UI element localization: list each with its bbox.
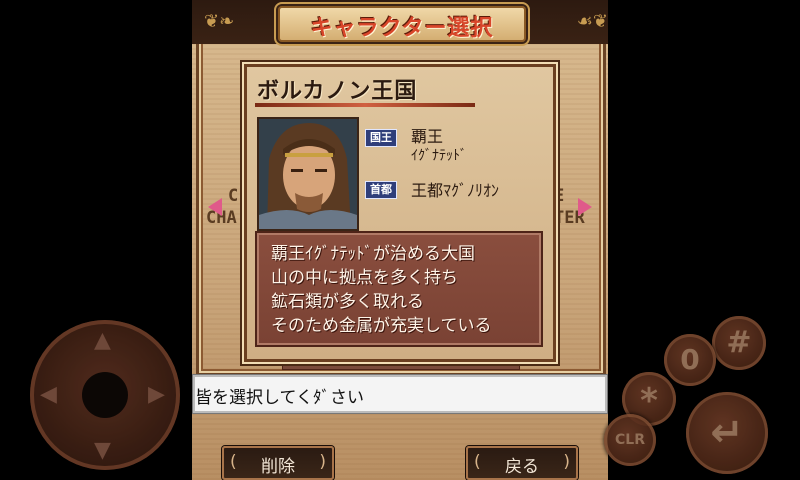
description-line-2: 山の中に拠点を多く持ち [271, 268, 458, 288]
ruler-name: ｲｸﾞﾅﾃｯﾄﾞ [411, 148, 467, 164]
clear-button-label: CLR [615, 432, 645, 448]
message-text: 皆を選択してくﾀﾞさい [195, 388, 364, 408]
enter-button[interactable]: ↵ [686, 392, 768, 474]
kingdom-underline [255, 103, 475, 107]
ruler-tag: 国王 [365, 129, 397, 147]
clear-button[interactable]: CLR [604, 414, 656, 466]
star-button-label: * [640, 381, 658, 421]
delete-button-label: 削除 [261, 457, 295, 477]
capital-name: 王都ﾏｸﾞﾉﾘｵﾝ [411, 181, 500, 200]
description-line-4: そのため金属が充実している [271, 316, 492, 336]
back-button-label: 戻る [505, 457, 539, 477]
description-line-3: 鉱石類が多く取れる [271, 292, 424, 312]
screen-title: キャラクター選択 [310, 16, 494, 41]
side-label-left-top: C [228, 186, 239, 206]
kingdom-card: ボルカノン王国 国王 覇王 ｲｸﾞﾅﾃｯﾄﾞ 首都 王都ﾏｸﾞﾉﾘｵﾝ 覇王ｲｸ… [244, 64, 556, 362]
enter-arrow-icon: ↵ [710, 410, 744, 456]
ruler-portrait-icon [259, 119, 357, 229]
scroll-ornament-right-icon: ☙❦ [576, 11, 608, 32]
next-character-arrow-icon[interactable] [578, 198, 592, 216]
bracket-right-icon: ) [563, 452, 570, 472]
bracket-right-icon: ) [319, 452, 326, 472]
dpad-center[interactable] [82, 372, 128, 418]
game-screen: ❦❧ ☙❦ キャラクター選択 C CHA E TER ボルカノン王国 国王 覇王… [192, 0, 608, 480]
ruler-title: 覇王 [411, 127, 444, 146]
dpad-left-icon[interactable]: ◀ [40, 382, 57, 407]
title-plate: キャラクター選択 [278, 6, 526, 42]
message-box: 皆を選択してくﾀﾞさい [192, 374, 608, 414]
zero-button-label: 0 [680, 343, 700, 376]
capital-tag: 首都 [365, 181, 397, 199]
zero-button[interactable]: 0 [664, 334, 716, 386]
ruler-portrait [257, 117, 359, 231]
kingdom-name: ボルカノン王国 [257, 79, 418, 104]
kingdom-description: 覇王ｲｸﾞﾅﾃｯﾄﾞが治める大国 山の中に拠点を多く持ち 鉱石類が多く取れる そ… [255, 231, 543, 347]
dpad-down-icon[interactable]: ▼ [94, 438, 111, 463]
prev-character-arrow-icon[interactable] [208, 198, 222, 216]
hash-button[interactable]: # [712, 316, 766, 370]
hash-button-label: # [726, 325, 752, 360]
back-button[interactable]: ( 戻る ) [466, 446, 578, 480]
scroll-ornament-left-icon: ❦❧ [204, 11, 235, 32]
dpad-up-icon[interactable]: ▲ [94, 328, 111, 353]
title-banner: ❦❧ ☙❦ キャラクター選択 [192, 0, 608, 44]
virtual-dpad[interactable]: ▲ ▼ ◀ ▶ [30, 320, 180, 470]
delete-button[interactable]: ( 削除 ) [222, 446, 334, 480]
dpad-right-icon[interactable]: ▶ [148, 382, 165, 407]
description-line-1: 覇王ｲｸﾞﾅﾃｯﾄﾞが治める大国 [271, 244, 475, 264]
